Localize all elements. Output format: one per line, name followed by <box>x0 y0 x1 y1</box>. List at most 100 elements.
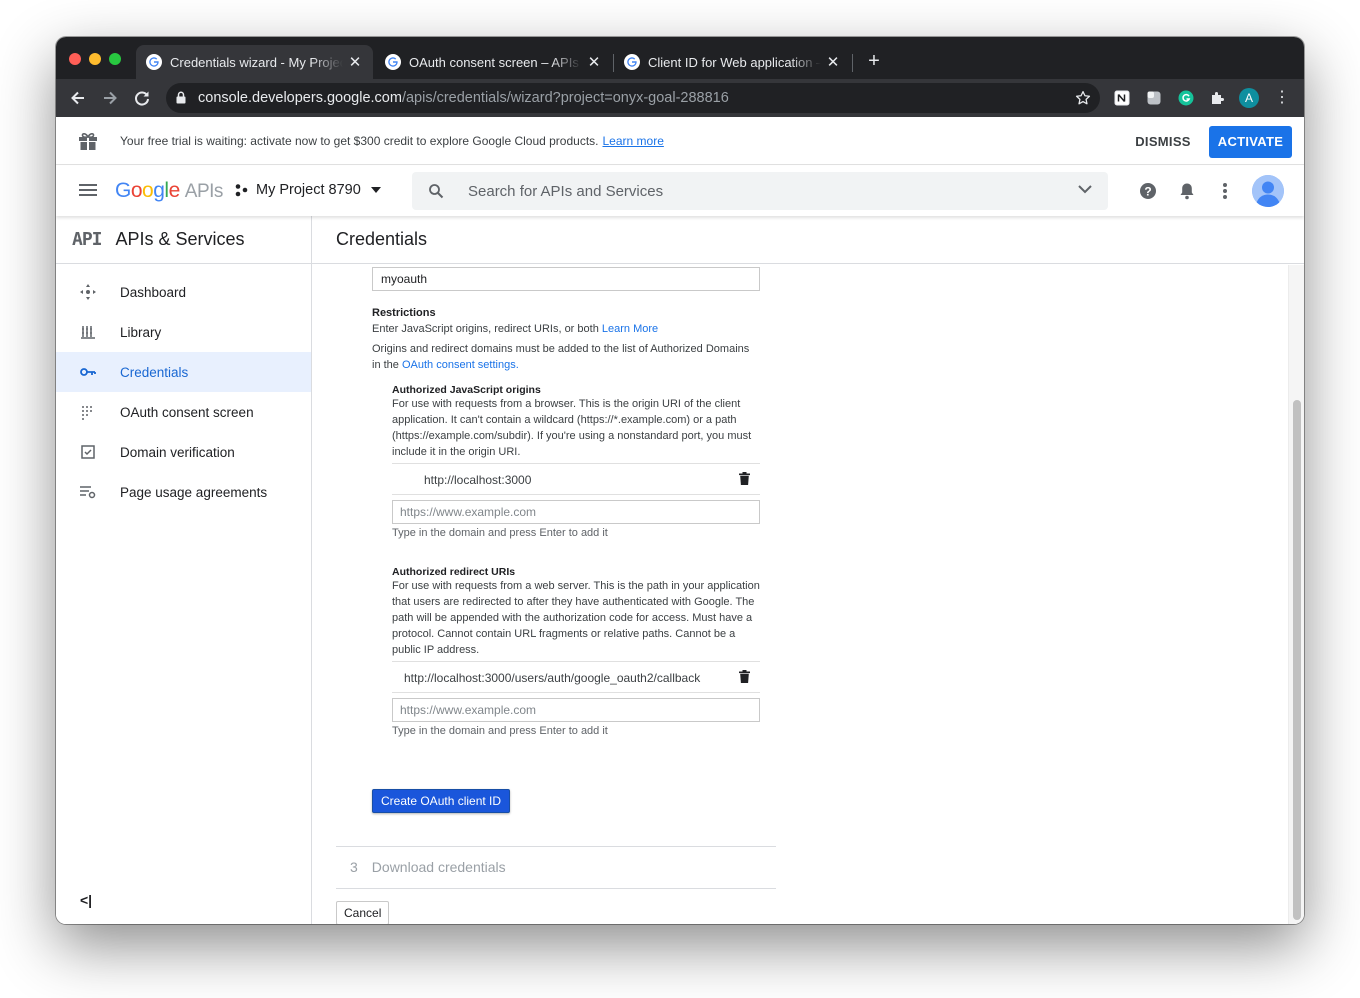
tab-title: Client ID for Web application – APIs <box>648 54 821 70</box>
lock-icon <box>176 91 186 104</box>
scrollbar-thumb[interactable] <box>1293 400 1301 920</box>
delete-trash-icon[interactable] <box>739 472 750 485</box>
domains-note-line: in the OAuth consent settings. <box>372 357 749 373</box>
project-selector[interactable]: My Project 8790 <box>234 182 381 198</box>
sidebar-item-label: Page usage agreements <box>120 484 268 500</box>
vertical-scrollbar[interactable] <box>1288 265 1304 924</box>
google-favicon-icon <box>624 54 640 70</box>
search-icon <box>429 184 444 199</box>
sidebar-item-label: Credentials <box>120 364 189 380</box>
notion-extension-icon[interactable] <box>1114 90 1130 106</box>
step-download-credentials: 3 Download credentials <box>350 859 506 875</box>
learn-more-link[interactable]: Learn more <box>603 134 664 148</box>
forward-arrow-icon[interactable] <box>99 87 121 109</box>
client-name-field[interactable]: myoauth <box>372 267 760 291</box>
help-icon[interactable]: ? <box>1139 182 1157 200</box>
grammarly-extension-icon[interactable] <box>1178 90 1194 106</box>
page-title: Credentials <box>336 229 428 249</box>
js-origin-hint: Type in the domain and press Enter to ad… <box>392 527 608 539</box>
logo-letter: e <box>168 179 181 202</box>
page: Your free trial is waiting: activate now… <box>56 117 1304 924</box>
redirect-uri-value: http://localhost:3000/users/auth/google_… <box>404 671 701 685</box>
url-text: console.developers.google.com/apis/crede… <box>198 90 729 106</box>
account-avatar[interactable] <box>1252 175 1284 207</box>
chevron-down-icon[interactable] <box>1078 185 1092 194</box>
description-line: path will be appended with the authoriza… <box>392 612 753 624</box>
address-bar[interactable]: console.developers.google.com/apis/crede… <box>166 83 1100 113</box>
back-arrow-icon[interactable] <box>67 87 89 109</box>
step-number: 3 <box>350 859 358 875</box>
browser-tab-client-id[interactable]: Client ID for Web application – APIs ✕ <box>614 45 851 79</box>
description-line: protocol. Cannot contain URL fragments o… <box>392 628 736 640</box>
more-options-icon[interactable] <box>1222 182 1228 200</box>
sidebar-item-oauth-consent-screen[interactable]: OAuth consent screen <box>56 392 311 432</box>
gift-icon <box>79 133 97 150</box>
project-dots-icon <box>235 184 248 197</box>
step-label: Download credentials <box>371 859 506 875</box>
sidebar-item-label: Domain verification <box>120 444 235 460</box>
delete-trash-icon[interactable] <box>739 670 750 683</box>
divider <box>336 846 776 847</box>
dismiss-button[interactable]: DISMISS <box>1126 127 1200 157</box>
sidebar-item-dashboard[interactable]: Dashboard <box>56 272 311 312</box>
description-line: public IP address. <box>392 644 480 656</box>
extension-square-icon[interactable] <box>1146 90 1162 106</box>
js-origin-value: http://localhost:3000 <box>424 473 532 487</box>
logo-letter: G <box>115 179 131 202</box>
oauth-consent-settings-link[interactable]: OAuth consent settings. <box>402 359 519 371</box>
sidebar-item-domain-verification[interactable]: Domain verification <box>56 432 311 472</box>
google-apis-logo[interactable]: Google APIs <box>115 179 223 203</box>
logo-apis-text: APIs <box>184 181 224 202</box>
google-favicon-icon <box>146 54 162 70</box>
hamburger-menu-icon[interactable] <box>78 182 98 198</box>
restrictions-intro-text: Enter JavaScript origins, redirect URIs,… <box>372 323 599 335</box>
close-window-button[interactable] <box>69 53 81 65</box>
sidebar-item-page-usage-agreements[interactable]: Page usage agreements <box>56 472 311 512</box>
description-line: include it in the origin URI. <box>392 446 521 458</box>
trial-message: Your free trial is waiting: activate now… <box>120 134 664 148</box>
js-origin-input[interactable] <box>392 500 760 524</box>
collapse-sidebar-button[interactable]: <| <box>80 892 92 908</box>
description-line: For use with requests from a web server.… <box>392 580 760 592</box>
sidebar-item-library[interactable]: Library <box>56 312 311 352</box>
sidebar-nav: Dashboard Library Credentials OAuth cons… <box>56 264 311 512</box>
browser-tab-oauth-consent[interactable]: OAuth consent screen – APIs & Services ✕ <box>375 45 612 79</box>
create-oauth-client-id-button[interactable]: Create OAuth client ID <box>372 789 511 813</box>
main-content: Credentials myoauth Restrictions Enter J… <box>312 216 1304 924</box>
domains-note-line: Origins and redirect domains must be add… <box>372 343 750 355</box>
divider <box>336 888 776 889</box>
checkbox-icon <box>79 443 97 461</box>
main-header: Credentials <box>312 216 1304 264</box>
new-tab-button[interactable]: + <box>863 50 885 72</box>
redirect-uri-input[interactable] <box>392 698 760 722</box>
zoom-window-button[interactable] <box>109 53 121 65</box>
learn-more-link[interactable]: Learn More <box>602 323 658 335</box>
js-origins-title: Authorized JavaScript origins <box>392 384 541 396</box>
profile-avatar[interactable]: A <box>1239 88 1259 108</box>
redirect-uris-title: Authorized redirect URIs <box>392 566 516 578</box>
chrome-menu-icon[interactable]: ⋮ <box>1274 88 1290 108</box>
logo-letter: o <box>142 179 154 202</box>
search-input[interactable] <box>468 180 1048 202</box>
project-name: My Project 8790 <box>256 182 361 198</box>
close-tab-icon[interactable]: ✕ <box>821 53 845 71</box>
close-tab-icon[interactable]: ✕ <box>343 53 367 71</box>
js-origin-entry: http://localhost:3000 <box>392 463 760 495</box>
notifications-bell-icon[interactable] <box>1179 182 1195 200</box>
tab-separator <box>852 54 853 72</box>
extensions-puzzle-icon[interactable] <box>1210 90 1226 106</box>
bookmark-star-icon[interactable] <box>1074 89 1092 107</box>
close-tab-icon[interactable]: ✕ <box>582 53 606 71</box>
library-icon <box>79 323 97 341</box>
user-avatar-icon <box>1252 175 1284 207</box>
browser-tab-credentials-wizard[interactable]: Credentials wizard - My Project 8790 ✕ <box>136 45 373 79</box>
sidebar-header: API APIs & Services <box>56 216 311 264</box>
minimize-window-button[interactable] <box>89 53 101 65</box>
settings-list-icon <box>79 483 97 501</box>
cancel-button[interactable]: Cancel <box>336 901 390 924</box>
app-header: Google APIs My Project 8790 Search for A… <box>56 166 1304 216</box>
tab-title: OAuth consent screen – APIs & Services <box>409 54 582 70</box>
sidebar-item-credentials[interactable]: Credentials <box>56 352 311 392</box>
reload-icon[interactable] <box>131 87 153 109</box>
activate-button[interactable]: ACTIVATE <box>1209 126 1292 158</box>
